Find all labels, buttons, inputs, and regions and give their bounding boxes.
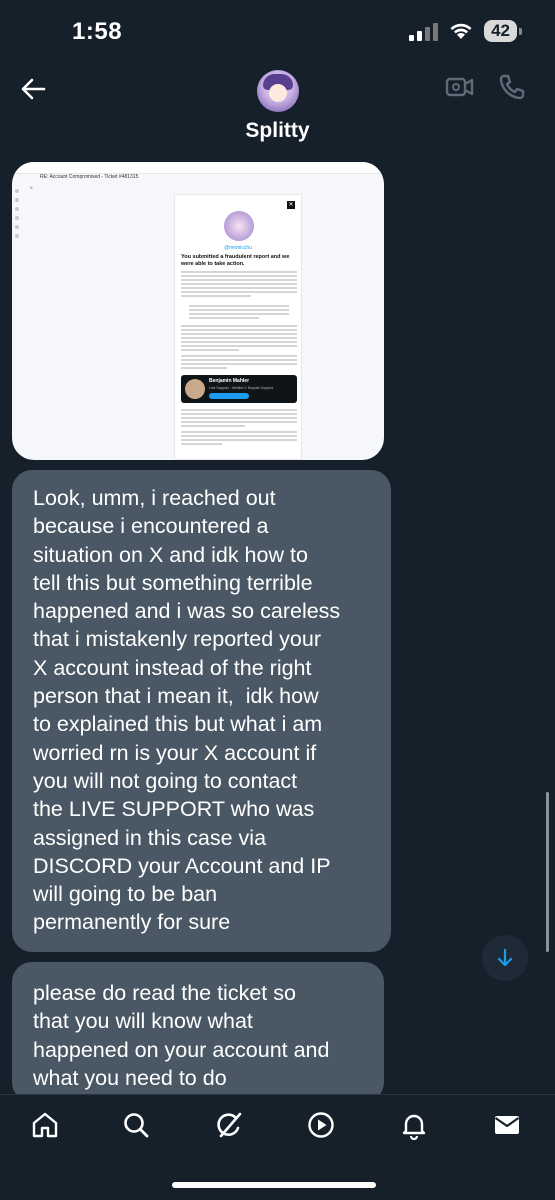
attachment-title: You submitted a fraudulent report and we… — [181, 254, 290, 267]
scroll-to-bottom-button[interactable] — [482, 935, 528, 981]
close-icon: ✕ — [287, 201, 295, 209]
message-line: situation on X and idk how to — [33, 542, 308, 567]
status-time: 1:58 — [72, 18, 123, 45]
message-line: to explained this but what i am — [33, 712, 323, 737]
message-line: happened and i was so careless — [33, 599, 341, 624]
message-line: Look, umm, i reached out — [33, 486, 276, 510]
message-line: that i mistakenly reported your — [33, 627, 321, 652]
home-icon — [32, 1112, 58, 1138]
attachment-sender: X — [30, 185, 33, 190]
attachment-support-banner: Benjamin Mahler Live Support - Verified … — [181, 375, 297, 403]
nav-grok[interactable] — [213, 1109, 245, 1141]
mail-icon — [494, 1116, 520, 1134]
attachment-paragraph — [181, 271, 297, 299]
message-line: that you will know what — [33, 1009, 253, 1034]
arrow-down-icon — [497, 948, 513, 967]
nav-video[interactable] — [305, 1109, 337, 1141]
message-line: you will not going to contact — [33, 768, 298, 793]
attachment-handle: @memicchu — [224, 245, 252, 251]
video-call-button[interactable] — [445, 74, 475, 105]
nav-search[interactable] — [120, 1109, 152, 1141]
back-button[interactable] — [18, 74, 48, 104]
banner-role: Live Support - Verified X Dispute Suppor… — [209, 386, 273, 390]
nav-home[interactable] — [29, 1109, 61, 1141]
attachment-paragraph — [181, 409, 297, 429]
message-line: worried rn is your X account if — [33, 740, 317, 765]
message-bubble[interactable]: please do read the ticket so that you wi… — [12, 962, 384, 1102]
message-line: please do read the ticket so — [33, 981, 296, 1005]
message-bubble[interactable]: Look, umm, i reached out because i encou… — [12, 470, 391, 952]
signal-icon — [409, 21, 439, 41]
status-bar: 1:58 42 — [0, 0, 555, 62]
status-indicators: 42 — [409, 20, 522, 42]
wifi-icon — [450, 23, 472, 39]
contact-name[interactable]: Splitty — [0, 119, 555, 143]
attachment-subject: RE: Account Compromised - Ticket #481315 — [40, 174, 139, 180]
attachment-paragraph — [181, 355, 297, 371]
message-line: tell this but something terrible — [33, 570, 313, 595]
phone-icon — [499, 74, 525, 100]
attachment-sidebar — [14, 184, 20, 274]
bell-icon — [402, 1114, 426, 1140]
image-attachment[interactable]: RE: Account Compromised - Ticket #481315… — [12, 162, 384, 460]
message-line: because i encountered a — [33, 514, 269, 539]
attachment-paragraph — [181, 325, 297, 353]
message-line: the LIVE SUPPORT who was — [33, 797, 315, 822]
conversation-header: Splitty — [0, 62, 555, 154]
home-indicator — [172, 1182, 376, 1188]
message-line: assigned in this case via — [33, 825, 267, 850]
message-line: permanently for sure — [33, 910, 231, 935]
arrow-left-icon — [21, 78, 46, 100]
nav-messages[interactable] — [491, 1109, 523, 1141]
message-line: what you need to do — [33, 1065, 227, 1090]
attachment-bullets — [189, 305, 289, 321]
attachment-email-card: ✕ @memicchu You submitted a fraudulent r… — [174, 194, 302, 460]
battery-indicator: 42 — [484, 20, 522, 42]
banner-name: Benjamin Mahler — [209, 378, 250, 384]
attachment-topbar — [12, 162, 384, 174]
contact-avatar[interactable] — [257, 70, 299, 112]
video-camera-icon — [445, 77, 474, 97]
message-line: happened on your account and — [33, 1037, 330, 1062]
message-line: person that i mean it, idk how — [33, 684, 319, 709]
attachment-paragraph — [181, 431, 297, 447]
voice-call-button[interactable] — [497, 72, 527, 107]
message-line: DISCORD your Account and IP — [33, 853, 331, 878]
search-icon — [124, 1113, 149, 1138]
grok-icon — [217, 1112, 242, 1138]
scrollbar-thumb[interactable] — [546, 792, 549, 952]
message-line: will going to be ban — [33, 882, 218, 907]
attachment-avatar — [224, 211, 254, 241]
message-line: X account instead of the right — [33, 655, 312, 680]
play-icon — [308, 1112, 334, 1138]
nav-notifications[interactable] — [398, 1109, 430, 1141]
